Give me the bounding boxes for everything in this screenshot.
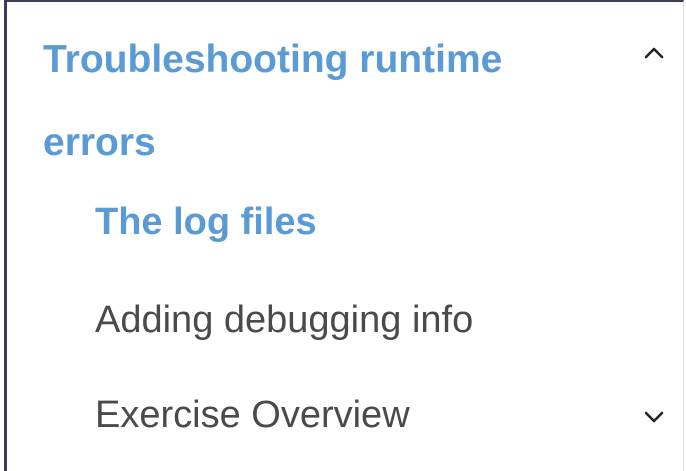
nav-item-adding-debugging-info[interactable]: Adding debugging info xyxy=(95,297,473,343)
section-title[interactable]: Troubleshooting runtime errors xyxy=(43,18,583,184)
chevron-down-icon[interactable] xyxy=(639,402,669,432)
outline-panel: Troubleshooting runtime errors The log f… xyxy=(4,0,684,471)
chevron-up-icon[interactable] xyxy=(639,38,669,68)
nav-item-the-log-files[interactable]: The log files xyxy=(95,199,317,245)
nav-item-exercise-overview[interactable]: Exercise Overview xyxy=(95,392,410,438)
